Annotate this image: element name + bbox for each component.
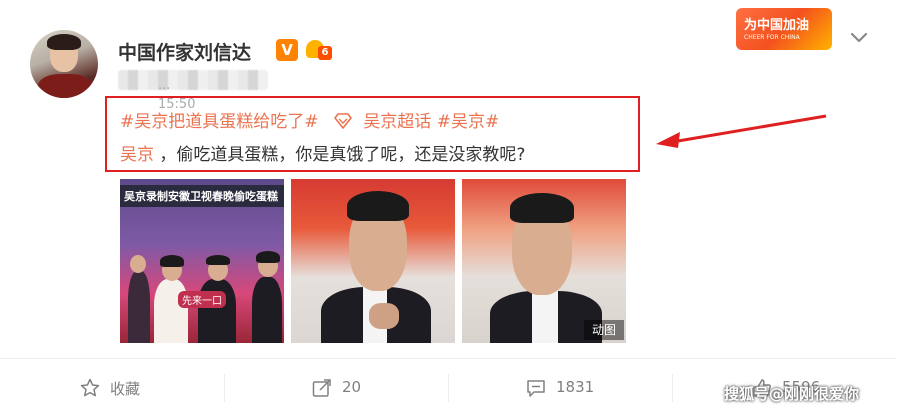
person-hair (510, 193, 574, 223)
person-hair (256, 251, 280, 263)
promo-subtext: CHEER FOR CHINA (744, 34, 800, 41)
chevron-down-icon[interactable] (848, 26, 870, 48)
avatar-body (38, 74, 92, 98)
repost-count: 20 (342, 378, 362, 396)
image-subtitle: 先来一口 (178, 291, 226, 308)
person-hair (347, 191, 409, 221)
post-body: 吴京 ，偷吃道具蛋糕，你是真饿了呢，还是没家教呢? (120, 140, 525, 165)
share-icon (312, 379, 331, 397)
promo-text: 为中国加油 (744, 18, 810, 33)
arrow-annotation (656, 114, 827, 148)
comment-count: 1831 (556, 378, 595, 396)
gif-badge: 动图 (584, 320, 624, 340)
action-separator (672, 374, 673, 402)
action-separator (448, 374, 449, 402)
person-figure (154, 279, 188, 343)
person-hair (206, 255, 230, 265)
post-image-2[interactable] (291, 179, 455, 343)
avatar-hair (47, 34, 81, 50)
person-head (130, 255, 146, 273)
person-figure (198, 279, 236, 343)
avatar[interactable] (30, 30, 98, 98)
post-text: ，偷吃道具蛋糕，你是真饿了呢，还是没家教呢? (159, 145, 526, 165)
comment-icon (527, 380, 545, 397)
promo-badge[interactable]: 为中国加油 CHEER FOR CHINA (736, 8, 832, 50)
divider (0, 358, 897, 359)
mention-link[interactable]: 吴京 (120, 145, 154, 165)
user-name[interactable]: 中国作家刘信达 (118, 38, 251, 65)
person-hair (160, 255, 184, 267)
image-caption: 吴京录制安徽卫视春晚偷吃蛋糕 (124, 190, 278, 203)
person-hand (369, 303, 399, 329)
favorite-label: 收藏 (110, 380, 141, 398)
vip-icon: 6 (306, 38, 332, 62)
person-shirt (532, 291, 558, 343)
topic-line: #吴京把道具蛋糕给吃了# 吴京超话 #吴京# (120, 107, 499, 132)
person-figure (128, 271, 150, 343)
topic-link[interactable]: #吴京把道具蛋糕给吃了# (120, 107, 319, 132)
post-image-3[interactable]: 动图 (462, 179, 626, 343)
vip-level-tag: 6 (318, 46, 332, 60)
action-separator (224, 374, 225, 402)
verified-icon: V (276, 39, 298, 61)
star-icon (80, 378, 100, 397)
supertopic-link[interactable]: 吴京超话 (363, 107, 431, 132)
post-image-1[interactable]: 吴京录制安徽卫视春晚偷吃蛋糕 先来一口 (120, 179, 284, 343)
person-figure (252, 277, 282, 343)
watermark: 搜狐号@刚刚很爱你 (724, 385, 860, 403)
topic-link[interactable]: #吴京# (437, 107, 500, 132)
diamond-icon (334, 113, 352, 129)
